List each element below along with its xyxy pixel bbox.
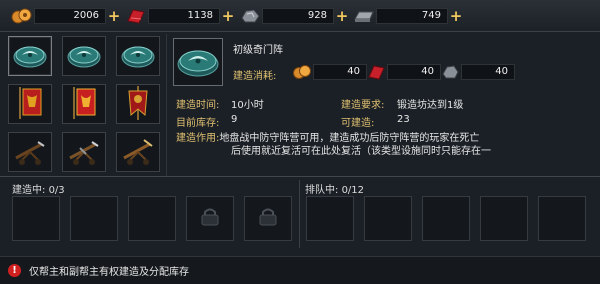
waiting-slot-2[interactable] [364,196,412,241]
building-queue-label: 建造中: 0/3 [12,181,65,196]
building-label: 建造中: [12,185,46,196]
building-slot-2[interactable] [70,196,118,241]
waiting-label: 排队中: [305,185,339,196]
taiji-array-icon [176,44,220,81]
effect-line-1: 地盘战中防守阵营可用，建造成功后防守阵营的玩家在死亡 [219,133,480,144]
cost-label: 建造消耗: [233,71,277,82]
notice-text: 仅帮主和副帮主有权建造及分配库存 [29,267,189,278]
waiting-count: 0/12 [341,185,365,196]
build-time-label: 建造时间: [176,100,220,111]
queue-separator [299,180,300,248]
selected-facility-icon-frame [173,38,223,86]
facility-slot-ballista-1[interactable] [8,132,52,172]
cost-ore-value: 40 [461,64,515,80]
red-fabric-icon [365,64,387,80]
facility-grid [6,34,164,176]
ore-stone-icon [439,64,461,80]
building-slot-3[interactable] [128,196,176,241]
waiting-slot-1[interactable] [306,196,354,241]
facility-slot-banner-2[interactable] [62,84,106,124]
build-time-value: 10小时 [231,100,264,111]
cost-fabric: 40 [365,63,441,81]
resource-bar: 2006 + 1138 + 928 + 749 + [0,0,600,32]
waiting-slot-4[interactable] [480,196,528,241]
requirement-label: 建造要求: [341,100,385,111]
effect-label: 建造作用: [176,133,220,144]
waiting-queue-label: 排队中: 0/12 [305,181,364,196]
stock-value: 9 [231,114,238,125]
permission-notice: ! 仅帮主和副帮主有权建造及分配库存 [0,256,600,284]
cost-copper-value: 40 [313,64,367,80]
ore-stone-icon [238,7,262,25]
taiji-array-icon [120,41,156,72]
buildable-label: 可建造: [341,118,375,129]
waiting-slot-5[interactable] [538,196,586,241]
ballista-icon [66,136,102,169]
resource-iron-value: 749 [376,8,448,24]
cost-fabric-value: 40 [387,64,441,80]
effect-line-2: 后使用就近复活可在此处复活（该类型设施同时只能存在一 [231,146,491,157]
resource-copper: 2006 + [10,6,122,26]
facility-slot-ballista-3[interactable] [116,132,160,172]
resource-ore: 928 + [238,6,350,26]
copper-coins-icon [291,64,313,80]
resource-fabric: 1138 + [124,6,236,26]
cost-ore: 40 [439,63,515,81]
resource-copper-value: 2006 [34,8,106,24]
red-fabric-icon [124,7,148,25]
ballista-icon [120,136,156,169]
warning-icon: ! [8,264,21,277]
building-slot-1[interactable] [12,196,60,241]
add-fabric-button[interactable]: + [220,8,236,24]
stock-label: 目前库存: [176,118,220,129]
buildable-value: 23 [397,114,410,125]
resource-ore-value: 928 [262,8,334,24]
taiji-array-icon [12,41,48,72]
war-banner-icon [123,85,153,124]
add-ore-button[interactable]: + [334,8,350,24]
facility-slot-taiji-2[interactable] [62,36,106,76]
taiji-array-icon [66,41,102,72]
section-divider [0,176,600,177]
lock-icon [199,207,221,230]
waiting-slot-3[interactable] [422,196,470,241]
iron-ingot-icon [352,7,376,25]
ballista-icon [12,136,48,169]
effect-description: 建造作用:地盘战中防守阵营可用，建造成功后防守阵营的玩家在死亡 后使用就近复活可… [176,132,596,160]
resource-fabric-value: 1138 [148,8,220,24]
war-banner-icon [15,85,45,124]
requirement-value: 锻造坊达到1级 [397,100,464,111]
add-copper-button[interactable]: + [106,8,122,24]
facility-slot-ballista-2[interactable] [62,132,106,172]
facility-detail-panel: 初级奇门阵 建造消耗: 40 40 40 建造时间: 10小时 建造要求: 锻造… [166,34,600,176]
building-slot-locked-1 [186,196,234,241]
facility-name: 初级奇门阵 [233,45,283,56]
building-count: 0/3 [48,185,65,196]
resource-iron: 749 + [352,6,464,26]
facility-slot-banner-1[interactable] [8,84,52,124]
add-iron-button[interactable]: + [448,8,464,24]
facility-slot-taiji-3[interactable] [116,36,160,76]
lock-icon [257,207,279,230]
facility-slot-banner-3[interactable] [116,84,160,124]
copper-coins-icon [10,7,34,25]
building-slot-locked-2 [244,196,292,241]
war-banner-icon [69,85,99,124]
cost-copper: 40 [291,63,367,81]
facility-slot-taiji-1[interactable] [8,36,52,76]
